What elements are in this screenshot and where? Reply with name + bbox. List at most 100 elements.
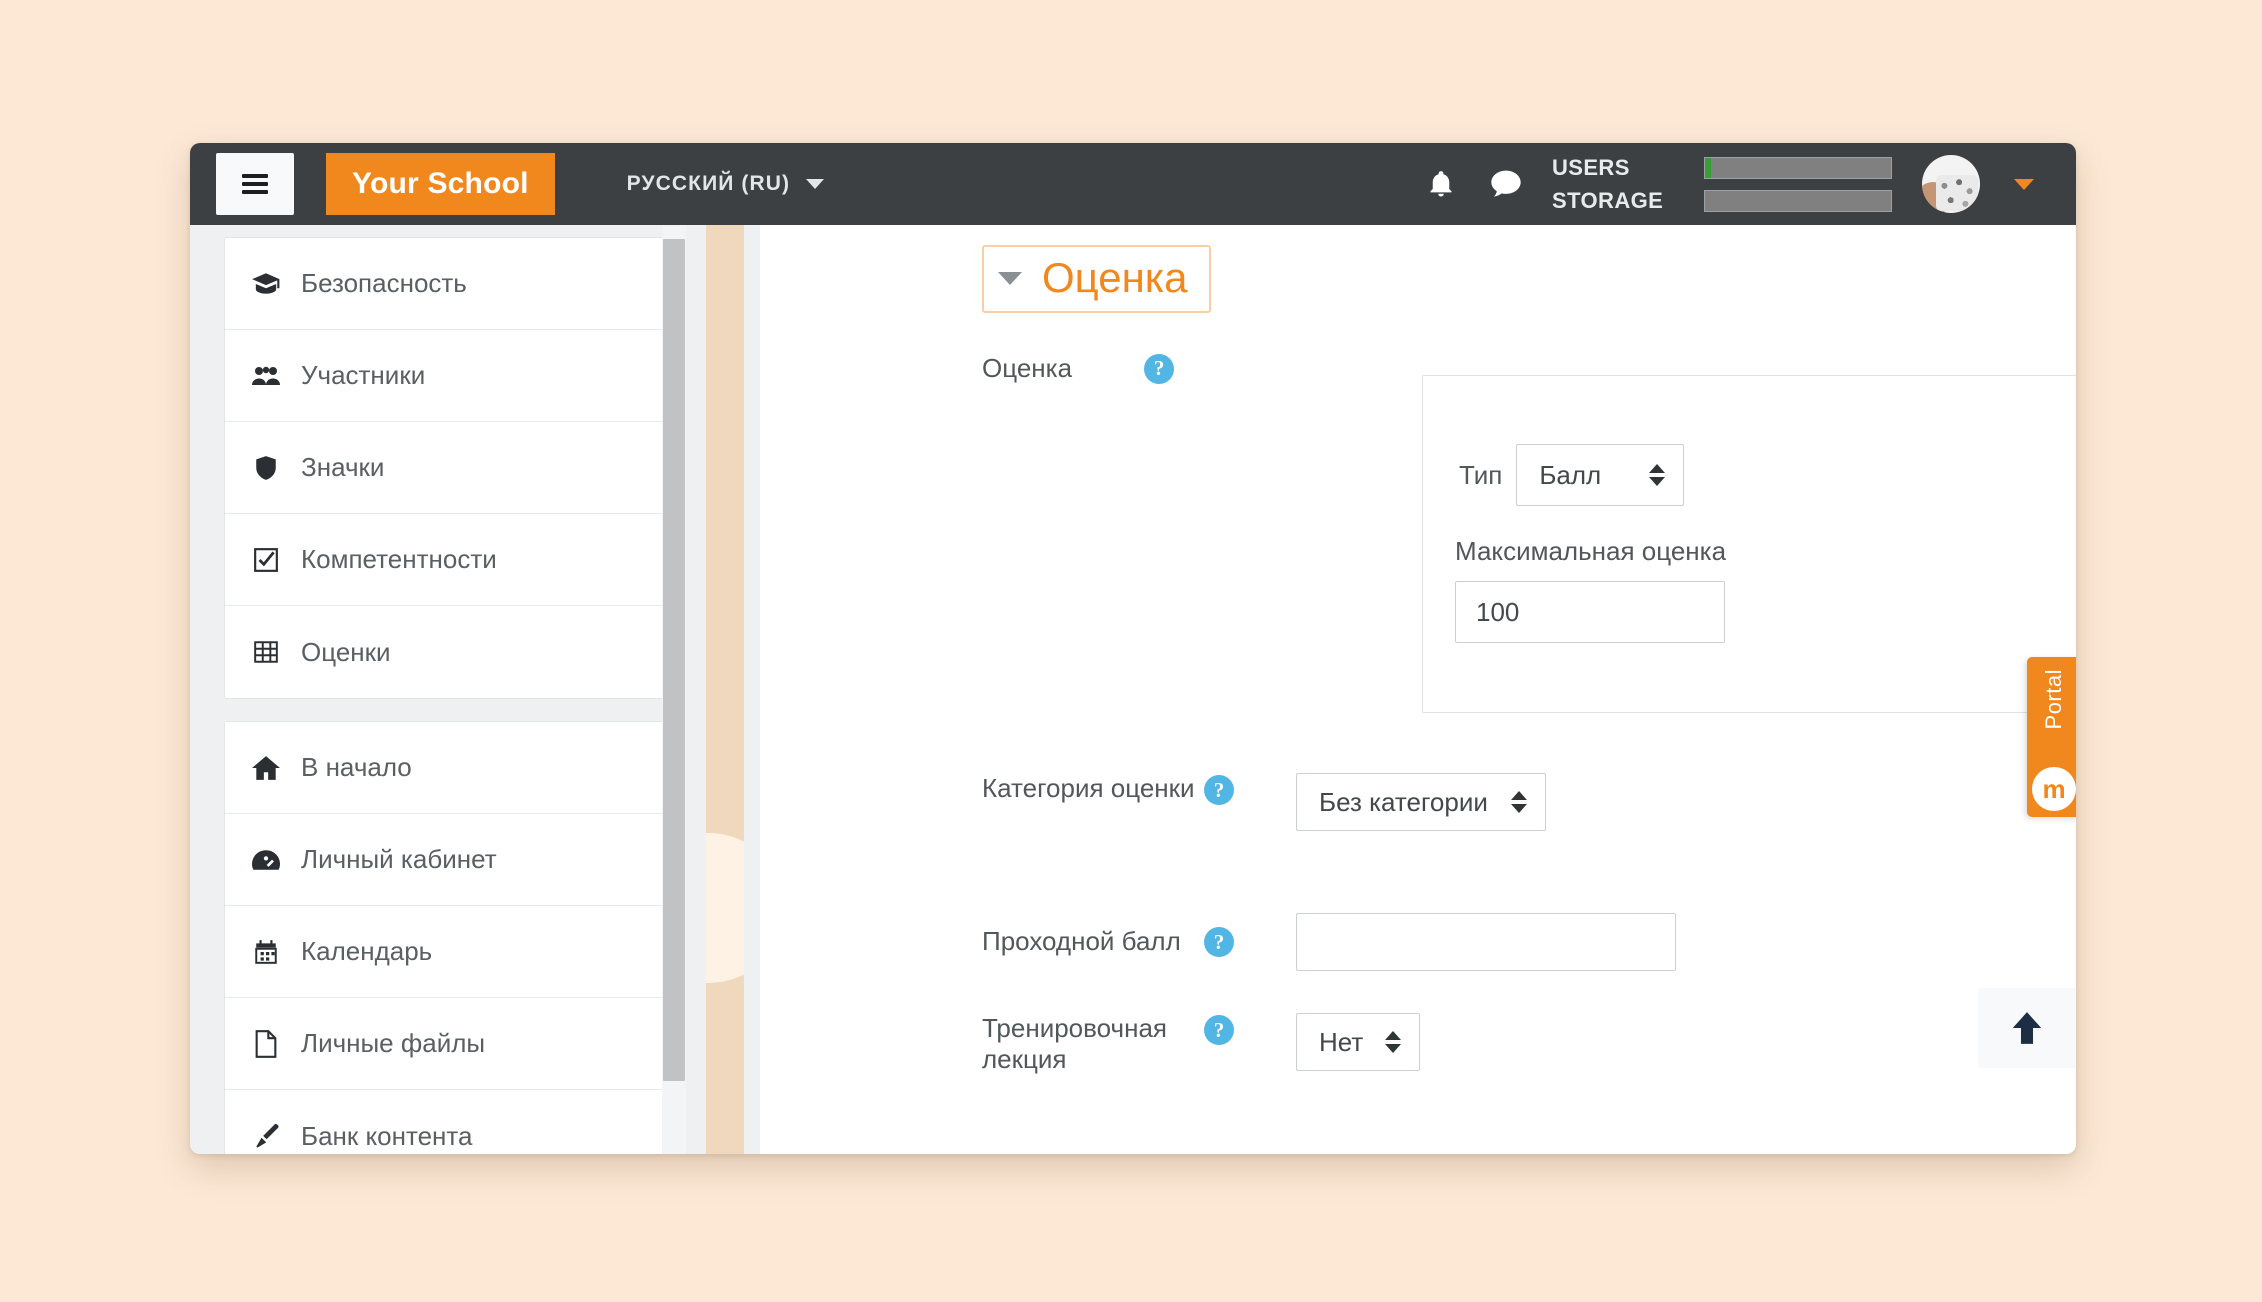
user-menu[interactable] [1922, 155, 2034, 213]
field-label-grade: Оценка [982, 353, 1073, 383]
sidebar-item-label: Участники [301, 360, 426, 390]
shield-icon [251, 455, 281, 481]
field-row-grade-category: Категория оценки ? Без категории [982, 773, 1546, 831]
sidebar-item-label: Оценки [301, 636, 391, 667]
sidebar-item-private-files[interactable]: Личные файлы [225, 998, 663, 1090]
sidebar-item-participants[interactable]: Участники [225, 330, 663, 422]
field-label-type: Тип [1459, 459, 1503, 490]
sidebar-item-competencies[interactable]: Компетентности [225, 514, 663, 606]
field-label-max-grade: Максимальная оценка [1455, 536, 1727, 566]
select-arrows-icon [1649, 464, 1666, 486]
calendar-icon [251, 939, 281, 965]
sidebar-item-label: В начало [301, 752, 412, 782]
sidebar-item-label: Личные файлы [301, 1028, 486, 1058]
table-icon [251, 639, 281, 665]
file-icon [251, 1029, 281, 1058]
arrow-up-icon [2012, 1012, 2042, 1044]
usage-row-storage: STORAGE [1552, 188, 1892, 214]
usage-indicators: USERS STORAGE [1552, 155, 1892, 214]
portal-tab-label: Portal [2041, 669, 2066, 730]
hamburger-icon [242, 174, 268, 194]
usage-bar-users [1704, 156, 1892, 179]
sidebar-item-badges[interactable]: Значки [225, 422, 663, 514]
grade-type-select[interactable]: Балл [1516, 444, 1685, 506]
browser-window: Your School РУССКИЙ (RU) USERS STORAGE Б… [190, 143, 2076, 1154]
usage-bar-storage [1704, 189, 1892, 212]
field-row-grade-type: Тип Балл [1459, 444, 1685, 506]
sidebar-item-home[interactable]: В начало [225, 722, 663, 814]
sidebar-nav: Безопасность Участники Значки Компетентн… [224, 237, 664, 1154]
field-label-passing-grade: Проходной балл [982, 926, 1181, 957]
sidebar-item-label: Значки [301, 452, 385, 482]
field-row-passing-grade: Проходной балл ? [982, 913, 1676, 971]
grade-category-value: Без категории [1319, 786, 1488, 817]
sidebar-scrollbar-thumb[interactable] [663, 239, 685, 1081]
section-header-grade[interactable]: Оценка [982, 245, 1212, 313]
sidebar-item-grades[interactable]: Оценки [225, 606, 663, 698]
help-icon[interactable]: ? [1204, 927, 1234, 957]
language-label: РУССКИЙ (RU) [626, 172, 791, 195]
moodle-logo-icon: m [2032, 767, 2076, 811]
field-label-grade-category: Категория оценки [982, 773, 1195, 803]
help-icon[interactable]: ? [1204, 1015, 1234, 1045]
sidebar-item-label: Безопасность [301, 268, 467, 298]
help-icon[interactable]: ? [1204, 775, 1234, 805]
grade-settings-form: Оценка ? Тип Балл Максимальная оценка 10… [760, 353, 2076, 1154]
help-icon[interactable]: ? [1144, 353, 1175, 384]
sidebar-item-label: Календарь [301, 936, 433, 966]
sidebar-item-label: Банк контента [301, 1120, 473, 1151]
grade-group-panel: Тип Балл Максимальная оценка [1422, 375, 2076, 713]
language-menu[interactable]: РУССКИЙ (RU) [626, 172, 825, 196]
avatar [1922, 155, 1980, 213]
chevron-down-icon [998, 271, 1022, 285]
usage-label-users: USERS [1552, 154, 1630, 180]
chevron-down-icon [2014, 178, 2034, 190]
message-icon[interactable] [1490, 169, 1522, 199]
practice-lesson-select[interactable]: Нет [1296, 1013, 1420, 1071]
home-icon [251, 755, 281, 781]
menu-toggle-button[interactable] [216, 153, 294, 215]
select-arrows-icon [1511, 791, 1527, 813]
sidebar-item-content-bank[interactable]: Банк контента [225, 1090, 663, 1154]
grade-type-value: Балл [1539, 459, 1602, 490]
select-arrows-icon [1385, 1031, 1401, 1053]
drawer-accent-strip [706, 225, 744, 1154]
sidebar-group-site: В начало Личный кабинет Календарь Личные… [224, 721, 664, 1154]
navbar-icon-group [1426, 168, 1522, 200]
sidebar-item-label: Личный кабинет [301, 844, 497, 874]
decorative-blob [706, 833, 744, 983]
sidebar-item-calendar[interactable]: Календарь [225, 906, 663, 998]
portal-side-tab[interactable]: Portal m [2027, 657, 2076, 817]
usage-fill-users [1705, 157, 1711, 178]
sidebar-item-label: Компетентности [301, 544, 497, 574]
sidebar-scrollbar[interactable] [662, 225, 686, 1154]
field-row-practice-lesson: Тренировочная лекция ? Нет [982, 1013, 1420, 1075]
passing-grade-input[interactable] [1296, 913, 1676, 971]
field-row-grade: Оценка ? [982, 353, 1175, 384]
page-body: Безопасность Участники Значки Компетентн… [190, 225, 2076, 1154]
sidebar-group-course: Безопасность Участники Значки Компетентн… [224, 237, 664, 699]
field-label-practice-lesson: Тренировочная лекция [982, 1013, 1167, 1075]
brush-icon [251, 1122, 281, 1150]
usage-row-users: USERS [1552, 155, 1892, 181]
brand-logo[interactable]: Your School [326, 153, 555, 215]
main-content: Оценка Оценка ? Тип Балл Максимальная оц… [760, 225, 2076, 1154]
field-group-max-grade: Максимальная оценка [1455, 536, 1726, 643]
grade-category-select[interactable]: Без категории [1296, 773, 1546, 831]
brand-name: Your School [352, 167, 529, 200]
graduation-cap-icon [251, 272, 281, 296]
bell-icon[interactable] [1426, 168, 1456, 200]
max-grade-input[interactable] [1455, 581, 1725, 643]
usage-label-storage: STORAGE [1552, 187, 1664, 213]
sidebar-drawer: Безопасность Участники Значки Компетентн… [190, 225, 760, 1154]
sidebar-item-security[interactable]: Безопасность [225, 238, 663, 330]
sidebar-item-dashboard[interactable]: Личный кабинет [225, 814, 663, 906]
users-icon [251, 365, 281, 387]
chevron-down-icon [806, 179, 825, 189]
practice-lesson-value: Нет [1319, 1026, 1364, 1057]
page-title: Оценка [1042, 254, 1188, 301]
scroll-to-top-button[interactable] [1978, 988, 2076, 1068]
dashboard-icon [251, 849, 281, 871]
top-navbar: Your School РУССКИЙ (RU) USERS STORAGE [190, 143, 2076, 225]
check-square-icon [251, 547, 281, 573]
